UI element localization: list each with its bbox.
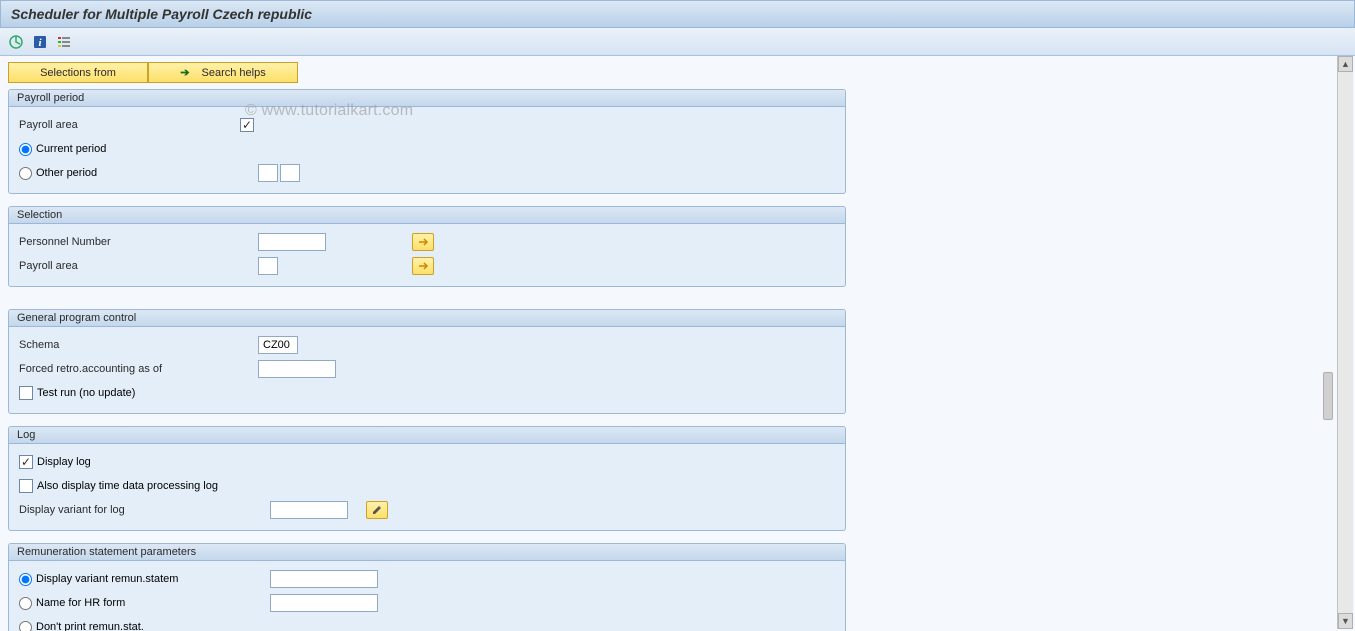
personnel-number-label: Personnel Number xyxy=(19,236,234,248)
forced-retro-label: Forced retro.accounting as of xyxy=(19,363,234,375)
selections-from-button[interactable]: Selections from xyxy=(8,62,148,83)
name-hr-form-input[interactable] xyxy=(270,594,378,612)
personnel-number-multiple-icon[interactable] xyxy=(412,233,434,251)
schema-label: Schema xyxy=(19,339,234,351)
dont-print-label: Don't print remun.stat. xyxy=(36,621,144,631)
edit-variant-icon[interactable] xyxy=(366,501,388,519)
title-bar: Scheduler for Multiple Payroll Czech rep… xyxy=(0,0,1355,28)
general-program-control-group: General program control Schema Forced re… xyxy=(8,309,846,414)
list-icon[interactable] xyxy=(56,34,72,50)
other-period-input-1[interactable] xyxy=(258,164,278,182)
search-helps-label: Search helps xyxy=(202,67,266,79)
display-log-row[interactable]: Display log xyxy=(19,455,91,469)
test-run-row[interactable]: Test run (no update) xyxy=(19,386,135,400)
other-period-input-2[interactable] xyxy=(280,164,300,182)
display-variant-remun-row[interactable]: Display variant remun.statem xyxy=(19,573,264,586)
log-group: Log Display log Also display time data p… xyxy=(8,426,846,531)
execute-icon[interactable] xyxy=(8,34,24,50)
also-display-row[interactable]: Also display time data processing log xyxy=(19,479,218,493)
current-period-label: Current period xyxy=(36,143,106,155)
payroll-period-group: Payroll period Payroll area Current peri… xyxy=(8,89,846,194)
current-period-radio-row[interactable]: Current period xyxy=(19,143,234,156)
selection-title: Selection xyxy=(9,207,845,224)
display-variant-remun-input[interactable] xyxy=(270,570,378,588)
selection-group: Selection Personnel Number Payroll area xyxy=(8,206,846,287)
vertical-scrollbar[interactable]: ▲ ▼ xyxy=(1337,56,1353,629)
inner-scroll-stub[interactable] xyxy=(1323,372,1333,420)
also-display-checkbox[interactable] xyxy=(19,479,33,493)
dont-print-row[interactable]: Don't print remun.stat. xyxy=(19,621,264,631)
other-period-label: Other period xyxy=(36,167,97,179)
display-variant-log-label: Display variant for log xyxy=(19,504,264,516)
payroll-area-label: Payroll area xyxy=(19,119,234,131)
name-hr-form-label: Name for HR form xyxy=(36,597,125,609)
payroll-area-state-icon[interactable] xyxy=(240,118,254,132)
name-hr-form-row[interactable]: Name for HR form xyxy=(19,597,264,610)
display-variant-log-input[interactable] xyxy=(270,501,348,519)
log-title: Log xyxy=(9,427,845,444)
other-period-radio[interactable] xyxy=(19,167,32,180)
display-variant-remun-label: Display variant remun.statem xyxy=(36,573,178,585)
display-variant-remun-radio[interactable] xyxy=(19,573,32,586)
button-row: Selections from ➔ Search helps xyxy=(8,62,1328,83)
page-title: Scheduler for Multiple Payroll Czech rep… xyxy=(11,6,312,22)
also-display-label: Also display time data processing log xyxy=(37,480,218,492)
name-hr-form-radio[interactable] xyxy=(19,597,32,610)
other-period-radio-row[interactable]: Other period xyxy=(19,167,234,180)
selection-payroll-area-multiple-icon[interactable] xyxy=(412,257,434,275)
scroll-track[interactable] xyxy=(1338,72,1353,613)
display-log-checkbox[interactable] xyxy=(19,455,33,469)
payroll-period-title: Payroll period xyxy=(9,90,845,107)
selection-payroll-area-label: Payroll area xyxy=(19,260,234,272)
info-icon[interactable]: i xyxy=(32,34,48,50)
schema-input[interactable] xyxy=(258,336,298,354)
content-area: © www.tutorialkart.com Selections from ➔… xyxy=(0,56,1355,631)
app-toolbar: i xyxy=(0,28,1355,56)
remuneration-group: Remuneration statement parameters Displa… xyxy=(8,543,846,631)
watermark-text: © www.tutorialkart.com xyxy=(245,102,413,120)
arrow-right-icon: ➔ xyxy=(180,66,189,79)
dont-print-radio[interactable] xyxy=(19,621,32,631)
selection-payroll-area-input[interactable] xyxy=(258,257,278,275)
scroll-down-arrow[interactable]: ▼ xyxy=(1338,613,1353,629)
test-run-checkbox[interactable] xyxy=(19,386,33,400)
current-period-radio[interactable] xyxy=(19,143,32,156)
general-program-control-title: General program control xyxy=(9,310,845,327)
forced-retro-input[interactable] xyxy=(258,360,336,378)
search-helps-button[interactable]: ➔ Search helps xyxy=(148,62,298,83)
test-run-label: Test run (no update) xyxy=(37,387,135,399)
display-log-label: Display log xyxy=(37,456,91,468)
selections-from-label: Selections from xyxy=(40,67,116,79)
scroll-up-arrow[interactable]: ▲ xyxy=(1338,56,1353,72)
remuneration-title: Remuneration statement parameters xyxy=(9,544,845,561)
personnel-number-input[interactable] xyxy=(258,233,326,251)
